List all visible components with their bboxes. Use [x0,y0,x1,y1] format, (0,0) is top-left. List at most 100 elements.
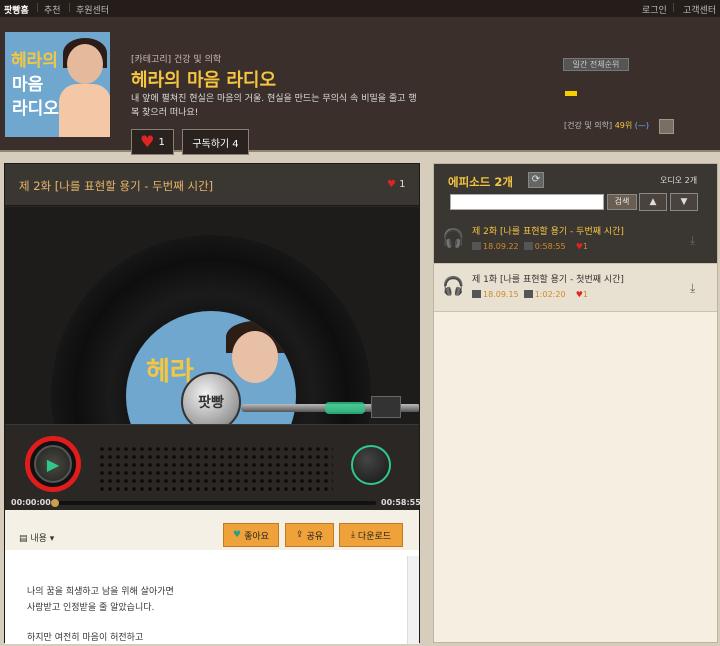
rank-category: [건강 및 의학] [564,121,613,130]
rank-info: [건강 및 의학] 49위 (—) [564,120,649,131]
player-panel: 제 2화 [나를 표현할 용기 - 두번째 시간] ♥ 1 헤라 팟빵 ▶ 00… [4,163,421,644]
thumbnail-face [67,44,103,84]
volume-knob[interactable] [351,445,391,485]
top-nav: 팟빵홈 | 추천 | 후원센터 로그인 | 고객센터 [0,0,720,18]
play-small-icon [523,242,533,250]
share-icon: ⇪ [295,530,304,540]
nav-home-link[interactable]: 팟빵홈 [4,3,29,16]
customer-center-link[interactable]: 고객센터 [683,3,716,16]
heart-icon: ♥ [387,179,396,190]
total-time: 00:58:55 [381,498,421,507]
tonearm-light [325,402,365,414]
channel-description: 내 앞에 펼쳐진 현실은 마음의 거울. 현실을 만드는 무의식 속 비밀을 줄… [131,94,417,118]
like-button[interactable]: ♥ 좋아요 [223,523,279,547]
heart-icon: ♥ [575,290,583,299]
heart-icon: ♥ [140,132,155,151]
thumbnail-text-2: 마음 [12,75,44,95]
audio-count: 오디오 2개 [660,176,698,185]
rank-trend: (—) [634,121,650,130]
heart-icon: ♥ [233,530,242,540]
episode-content: 나의 꿈을 희생하고 남을 위해 살아가면 사랑받고 인정받을 줄 알았습니다.… [5,550,419,644]
share-button[interactable]: ⇪ 공유 [285,523,334,547]
play-button[interactable]: ▶ [34,445,72,483]
tonearm-head [371,396,401,418]
document-icon: ▤ [19,534,31,544]
player-controls: ▶ 00:00:00 00:58:55 [5,424,421,510]
like-button-label: 좋아요 [244,531,269,542]
nav-separator: | [68,3,72,13]
nav-separator: | [36,3,40,13]
episode-likes: ♥ 1 [387,179,406,190]
episode-row-meta: 18.09.15 1:02:20 ♥1 [472,290,588,299]
heart-icon: ♥ [575,242,583,251]
episode-row-title[interactable]: 제 2화 [나를 표현할 용기 - 두번째 시간] [472,224,624,237]
calendar-icon [472,242,481,250]
sort-up-button[interactable]: ▲ [639,193,667,211]
turntable: 헤라 팟빵 [5,207,419,424]
play-ring: ▶ [25,436,81,492]
content-menu-label: 내용 ▾ [30,534,55,544]
search-button[interactable]: 검색 [607,194,637,210]
rank-bar [565,91,577,96]
channel-like-count: 1 [158,136,165,148]
speaker-grille [98,445,333,493]
download-button-label: 다운로드 [357,531,392,542]
episode-row-likes: 1 [582,290,588,299]
episode-search-input[interactable] [450,194,604,210]
content-line: 나의 꿈을 희생하고 남을 위해 살아가면 [27,587,174,597]
refresh-icon[interactable]: ⟳ [528,172,544,188]
play-icon: ▶ [46,454,60,474]
nav-separator: | [672,3,676,13]
channel-title: 헤라의 마음 라디오 [131,70,277,91]
thumbnail-text-1: 헤라의 [11,51,58,71]
download-icon[interactable]: ⤓ [690,233,695,248]
download-icon: ⤓ [350,530,355,540]
episode-row-meta: 18.09.22 0:58:55 ♥1 [472,242,588,251]
thumbnail-figure [59,84,110,137]
episode-row-duration: 0:58:55 [534,242,566,251]
episode-row-duration: 1:02:20 [534,290,566,299]
login-link[interactable]: 로그인 [642,3,667,16]
label-face [232,331,278,383]
channel-header: 헤라의 마음 라디오 [카테고리] 건강 및 의학 헤라의 마음 라디오 내 앞… [0,18,720,155]
rank-badge: 일간 전체순위 [563,58,629,71]
subscribe-button[interactable]: 구독하기 4 [182,129,249,155]
episode-title: 제 2화 [나를 표현할 용기 - 두번째 시간] [19,179,214,193]
episode-list-panel: 에피소드 2개 ⟳ 오디오 2개 검색 ▲ ▼ 🎧 제 2화 [나를 표현할 용… [433,163,718,643]
nav-support-link[interactable]: 후원센터 [76,3,109,16]
episode-count: 에피소드 2개 [448,175,513,189]
channel-like-button[interactable]: ♥ 1 [131,129,174,155]
headphones-icon: 🎧 [442,276,465,297]
episode-row-likes: 1 [582,242,588,251]
headphones-icon: 🎧 [442,228,465,249]
rank-position: 49위 [614,121,633,130]
thumbnail-text-3: 라디오 [12,99,59,119]
episode-row-active[interactable]: 🎧 제 2화 [나를 표현할 용기 - 두번째 시간] 18.09.22 0:5… [434,216,717,264]
content-line: 하지만 여전히 마음이 허전하고 [27,633,144,643]
current-time: 00:00:00 [11,498,51,507]
podbbang-logo-knob: 팟빵 [181,372,241,424]
channel-category[interactable]: [카테고리] 건강 및 의학 [131,52,221,65]
download-button[interactable]: ⤓ 다운로드 [339,523,403,547]
episode-row-date: 18.09.15 [483,290,519,299]
episode-row-date: 18.09.22 [483,242,519,251]
nav-recommend-link[interactable]: 추천 [44,3,61,16]
episode-header: 제 2화 [나를 표현할 용기 - 두번째 시간] ♥ 1 [5,164,419,206]
episode-row-title[interactable]: 제 1화 [나를 표현할 용기 - 첫번째 시간] [472,272,624,285]
progress-bar[interactable] [53,501,376,505]
progress-handle[interactable] [51,499,59,507]
content-line: 사랑받고 인정받을 줄 알았습니다. [27,603,155,613]
episode-content-text: 나의 꿈을 희생하고 남을 위해 살아가면 사랑받고 인정받을 줄 알았습니다.… [27,584,387,646]
episode-like-count: 1 [399,179,406,190]
content-scrollbar[interactable] [407,556,419,644]
episode-list-header: 에피소드 2개 ⟳ 오디오 2개 검색 ▲ ▼ [434,164,717,216]
chart-icon[interactable] [659,119,674,134]
calendar-icon [472,290,481,298]
episode-row[interactable]: 🎧 제 1화 [나를 표현할 용기 - 첫번째 시간] 18.09.15 1:0… [434,264,717,312]
channel-thumbnail[interactable]: 헤라의 마음 라디오 [5,32,110,137]
share-button-label: 공유 [306,531,324,542]
content-menu-dropdown[interactable]: ▤ 내용 ▾ [19,531,54,544]
sort-down-button[interactable]: ▼ [670,193,698,211]
download-icon[interactable]: ⤓ [690,281,695,296]
